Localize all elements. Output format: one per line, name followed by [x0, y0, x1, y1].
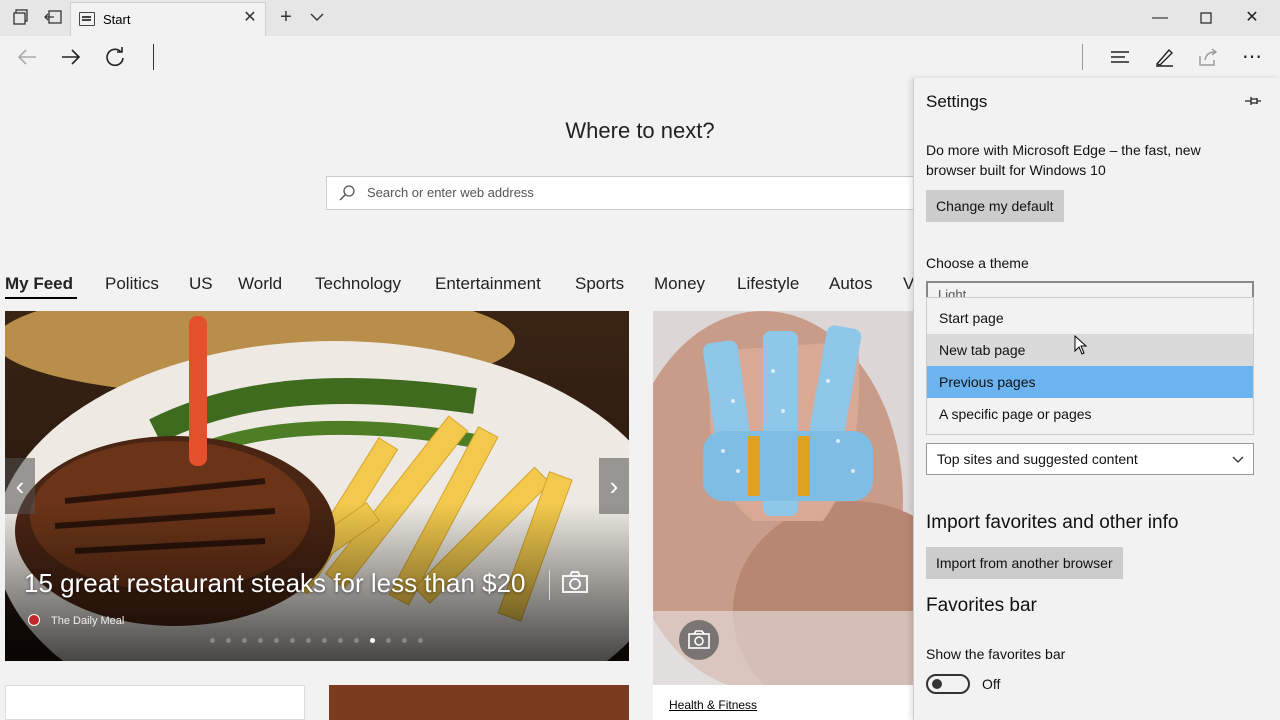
carousel-dot[interactable]	[258, 638, 263, 643]
carousel-dot[interactable]	[370, 638, 375, 643]
carousel-dot[interactable]	[306, 638, 311, 643]
carousel-dot[interactable]	[386, 638, 391, 643]
tab-title: Start	[103, 12, 131, 27]
new-tab-content-select[interactable]: Top sites and suggested content	[926, 443, 1254, 475]
tab-autos[interactable]: Autos	[829, 274, 872, 294]
headline-divider	[549, 570, 550, 600]
carousel-dot[interactable]	[354, 638, 359, 643]
carousel-dot[interactable]	[274, 638, 279, 643]
camera-icon	[561, 570, 589, 594]
theme-select[interactable]: Light	[926, 281, 1254, 297]
close-tab-icon[interactable]: ✕	[241, 9, 259, 27]
article-source: The Daily Meal	[51, 615, 125, 627]
mouse-cursor-icon	[1074, 334, 1088, 355]
close-window-button[interactable]: ✕	[1229, 0, 1275, 36]
article-thumbnail[interactable]	[5, 685, 305, 720]
search-placeholder: Search or enter web address	[367, 185, 534, 200]
tab-politics[interactable]: Politics	[105, 274, 159, 294]
category-link-health[interactable]: Health & Fitness	[669, 698, 757, 712]
theme-value: Light	[938, 287, 967, 297]
forward-icon[interactable]	[58, 44, 84, 70]
chevron-down-icon	[1231, 453, 1245, 467]
edge-promo-text: Do more with Microsoft Edge – the fast, …	[926, 142, 1201, 178]
change-default-button[interactable]: Change my default	[926, 190, 1064, 222]
more-actions-icon[interactable]: ⋯	[1239, 44, 1265, 70]
option-new-tab-page[interactable]: New tab page	[927, 334, 1253, 366]
option-start-page[interactable]: Start page	[927, 302, 1253, 334]
active-tab-indicator	[5, 297, 77, 299]
tab-sets-icon[interactable]	[12, 9, 30, 27]
maximize-button[interactable]	[1183, 0, 1229, 36]
tab-sports[interactable]: Sports	[575, 274, 624, 294]
toggle-knob	[932, 679, 942, 689]
carousel-dot[interactable]	[402, 638, 407, 643]
tab-money[interactable]: Money	[654, 274, 705, 294]
new-tab-icon[interactable]: +	[276, 6, 296, 28]
toolbar-divider	[1082, 44, 1083, 70]
import-button[interactable]: Import from another browser	[926, 547, 1123, 579]
option-specific-pages[interactable]: A specific page or pages	[927, 398, 1253, 430]
tab-start[interactable]: Start ✕	[70, 2, 266, 36]
settings-panel: Settings Do more with Microsoft Edge – t…	[913, 78, 1280, 720]
carousel-dot[interactable]	[226, 638, 231, 643]
carousel-dot[interactable]	[242, 638, 247, 643]
carousel-dot[interactable]	[418, 638, 423, 643]
pin-icon[interactable]	[1244, 94, 1262, 108]
show-favorites-label: Show the favorites bar	[926, 646, 1066, 662]
chevron-down-icon[interactable]	[308, 8, 326, 26]
address-bar-caret[interactable]	[153, 44, 154, 70]
search-input[interactable]: Search or enter web address	[326, 176, 956, 210]
carousel-dot[interactable]	[338, 638, 343, 643]
navigation-bar: ⋯	[0, 36, 1280, 78]
settings-title: Settings	[926, 92, 988, 111]
carousel-dot[interactable]	[290, 638, 295, 643]
title-bar: Start ✕ + — ✕	[0, 0, 1280, 36]
carousel-dot[interactable]	[322, 638, 327, 643]
tab-lifestyle[interactable]: Lifestyle	[737, 274, 799, 294]
set-tabs-aside-icon[interactable]	[44, 9, 62, 27]
theme-label: Choose a theme	[926, 255, 1029, 271]
health-article-card[interactable]	[653, 311, 915, 685]
web-note-pen-icon[interactable]	[1151, 44, 1177, 70]
tab-technology[interactable]: Technology	[315, 274, 401, 294]
camera-icon	[679, 620, 719, 660]
toggle-state: Off	[982, 676, 1001, 692]
article-thumbnail[interactable]	[329, 685, 629, 720]
option-previous-pages[interactable]: Previous pages	[927, 366, 1253, 398]
back-icon[interactable]	[14, 44, 40, 70]
carousel-next-button[interactable]: ›	[599, 458, 629, 514]
tab-my-feed[interactable]: My Feed	[5, 274, 73, 294]
import-heading: Import favorites and other info	[926, 512, 1179, 533]
featured-article-card[interactable]: ‹ › 15 great restaurant steaks for less …	[5, 311, 629, 661]
favorites-bar-heading: Favorites bar	[926, 595, 1037, 616]
tab-world[interactable]: World	[238, 274, 282, 294]
favorites-bar-toggle[interactable]	[926, 674, 970, 694]
carousel-prev-button[interactable]: ‹	[5, 458, 35, 514]
refresh-icon[interactable]	[102, 44, 128, 70]
open-with-dropdown: Start page New tab page Previous pages A…	[926, 297, 1254, 435]
hub-icon[interactable]	[1107, 44, 1133, 70]
source-logo-icon	[28, 614, 40, 626]
tab-entertainment[interactable]: Entertainment	[435, 274, 541, 294]
steak-fries-photo	[5, 311, 629, 661]
article-headline[interactable]: 15 great restaurant steaks for less than…	[24, 568, 526, 599]
health-card-footer: Health & Fitness	[653, 685, 915, 720]
search-icon	[339, 185, 355, 201]
start-page-icon	[79, 12, 95, 26]
minimize-button[interactable]: —	[1137, 0, 1183, 36]
tab-us[interactable]: US	[189, 274, 213, 294]
carousel-dot[interactable]	[210, 638, 215, 643]
share-icon[interactable]	[1195, 44, 1221, 70]
new-tab-content-value: Top sites and suggested content	[937, 451, 1138, 467]
